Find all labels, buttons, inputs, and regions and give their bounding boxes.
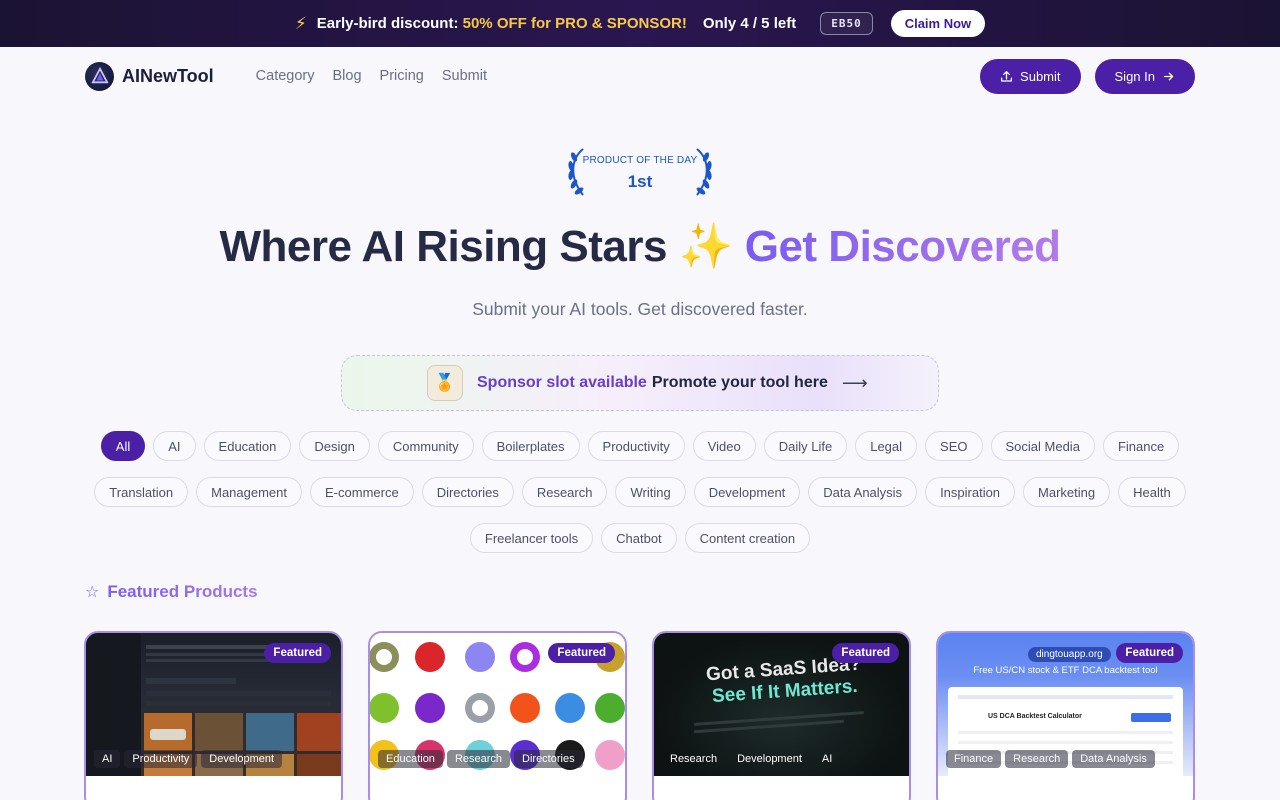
product-tag[interactable]: Productivity [124,750,198,768]
product-tag[interactable]: Data Analysis [1072,750,1155,768]
product-tag[interactable]: Directories [514,750,583,768]
product-tag[interactable]: Development [729,750,810,768]
star-icon: ☆ [85,584,100,601]
product-tag[interactable]: Education [378,750,443,768]
product-tag[interactable]: Development [201,750,283,768]
sponsor-highlight: Sponsor slot available [477,374,647,391]
product-of-the-day-badge[interactable]: PRODUCT OF THE DAY 1st [565,147,715,197]
logo-text: AINewTool [122,65,214,86]
category-chip[interactable]: Daily Life [763,431,848,461]
upload-icon [1001,70,1013,82]
category-chip[interactable]: SEO [925,431,983,461]
featured-badge: Featured [548,643,615,663]
product-tag[interactable]: Research [1005,750,1069,768]
featured-badge: Featured [1116,643,1183,663]
product-tag[interactable]: Research [446,750,511,768]
thumb-domain: dingtouapp.org [1028,647,1111,662]
category-filter: All AI Education Design Community Boiler… [80,431,1200,553]
category-chip-all[interactable]: All [100,431,146,461]
category-chip[interactable]: Development [693,477,801,507]
submit-button-label: Submit [1020,68,1061,84]
category-chip[interactable]: Design [299,431,370,461]
thumb-panel-title: US DCA Backtest Calculator [988,713,1082,720]
submit-button[interactable]: Submit [980,58,1081,94]
hero-title-part1: Where AI Rising Stars [219,222,667,271]
promo-banner: ⚡ Early-bird discount: 50% OFF for PRO &… [0,0,1280,47]
hero-subtitle: Submit your AI tools. Get discovered fas… [472,299,808,319]
product-card[interactable]: Got a SaaS Idea? See If It Matters. Feat… [652,631,911,800]
nav-category[interactable]: Category [256,68,315,84]
category-chip[interactable]: Writing [615,477,686,507]
category-chip[interactable]: Productivity [587,431,685,461]
product-tag[interactable]: AI [814,750,840,768]
logo[interactable]: AINewTool [85,61,214,91]
thumb-tagline: Free US/CN stock & ETF DCA backtest tool [973,665,1158,676]
site-header: AINewTool Category Blog Pricing Submit S… [0,47,1280,105]
product-card[interactable]: Featured AI Productivity Development [84,631,343,800]
category-chip[interactable]: Directories [421,477,514,507]
category-chip[interactable]: Research [521,477,608,507]
product-card[interactable]: Featured Education Research Directories [368,631,627,800]
sign-in-label: Sign In [1114,68,1155,84]
featured-cards: Featured AI Productivity Development Fea… [84,631,1196,800]
category-chip[interactable]: Chatbot [601,523,677,553]
lightning-icon: ⚡ [294,13,307,33]
product-tags: Education Research Directories [378,750,583,768]
category-chip[interactable]: Community [377,431,474,461]
header-actions: Submit Sign In [980,58,1195,94]
featured-badge: Featured [832,643,899,663]
category-chip[interactable]: Health [1118,477,1186,507]
nav-pricing[interactable]: Pricing [380,68,424,84]
category-chip[interactable]: Education [203,431,292,461]
arrow-right-icon: ⟶ [841,372,868,393]
category-chip[interactable]: Video [692,431,756,461]
category-chip[interactable]: Translation [94,477,189,507]
hero-title: Where AI Rising Stars ✨ Get Discovered [0,220,1280,272]
category-chip[interactable]: Freelancer tools [469,523,594,553]
promo-remaining: Only 4 / 5 left [702,15,797,32]
nav-submit[interactable]: Submit [442,68,487,84]
category-chip[interactable]: Management [196,477,303,507]
category-chip[interactable]: Content creation [684,523,811,553]
sponsor-slot[interactable]: 🏅 Sponsor slot available Promote your to… [341,355,939,411]
category-chip[interactable]: Marketing [1023,477,1111,507]
featured-badge: Featured [264,643,331,663]
category-chip[interactable]: Inspiration [925,477,1016,507]
category-chip[interactable]: Legal [855,431,918,461]
sparkles-icon: ✨ [678,222,734,271]
category-chip[interactable]: E-commerce [310,477,414,507]
hero-title-part2: Get Discovered [744,222,1061,271]
product-tags: Finance Research Data Analysis [946,750,1155,768]
category-chip[interactable]: Data Analysis [808,477,918,507]
featured-title: Featured Products [107,582,258,601]
category-chip[interactable]: Boilerplates [481,431,580,461]
category-chip[interactable]: Finance [1102,431,1180,461]
logo-icon [85,61,114,91]
featured-heading: ☆ Featured Products [85,582,258,602]
promo-code[interactable]: EB50 [820,12,873,35]
category-chip[interactable]: AI [153,431,196,461]
product-tags: AI Productivity Development [94,750,283,768]
arrow-right-icon [1163,72,1174,80]
promo-highlight: 50% OFF for PRO & SPONSOR! [462,15,687,32]
claim-now-button[interactable]: Claim Now [890,10,986,37]
category-chip[interactable]: Social Media [990,431,1095,461]
laurel-right-icon [696,148,712,196]
nav-blog[interactable]: Blog [333,68,362,84]
promo-text: Early-bird discount: 50% OFF for PRO & S… [317,15,687,32]
main-nav: Category Blog Pricing Submit [256,68,487,84]
product-tags: Research Development AI [662,750,840,768]
product-tag[interactable]: AI [94,750,121,768]
product-card[interactable]: dingtouapp.org Free US/CN stock & ETF DC… [936,631,1195,800]
product-tag[interactable]: Finance [946,750,1002,768]
medal-icon: 🏅 [427,365,463,401]
sponsor-cta: Promote your tool here [651,374,828,391]
promo-text-prefix: Early-bird discount: [316,15,463,32]
sign-in-button[interactable]: Sign In [1094,58,1195,94]
product-tag[interactable]: Research [662,750,725,768]
